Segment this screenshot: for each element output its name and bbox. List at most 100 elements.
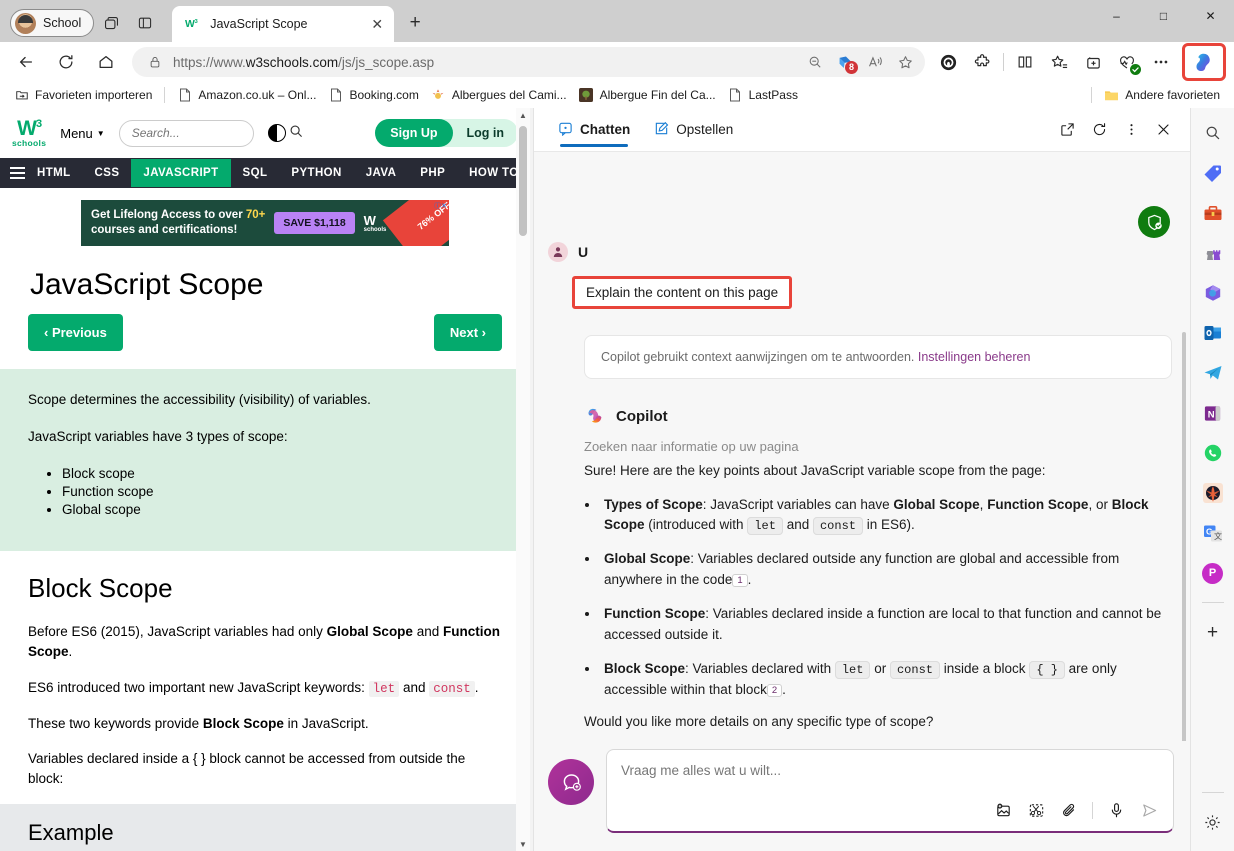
- log-in-button[interactable]: Log in: [453, 119, 519, 147]
- nav-java[interactable]: JAVA: [354, 159, 409, 187]
- window-controls: – □ ✕: [1093, 0, 1234, 42]
- scroll-down-arrow[interactable]: ▼: [516, 837, 530, 851]
- shopping-tag-icon[interactable]: [1198, 158, 1228, 188]
- privacy-shield-badge-icon[interactable]: [1138, 206, 1170, 238]
- dark-mode-toggle-icon[interactable]: [267, 124, 286, 142]
- nav-python[interactable]: PYTHON: [279, 159, 353, 187]
- maximize-button[interactable]: □: [1140, 0, 1187, 32]
- bookmark-other-favorites[interactable]: Andere favorieten: [1098, 86, 1226, 105]
- back-icon[interactable]: [9, 46, 43, 78]
- profile-avatar: [15, 12, 36, 34]
- split-pane-icon[interactable]: [128, 8, 162, 38]
- page-scrollbar[interactable]: ▲ ▼: [516, 108, 530, 851]
- profile-avatar-icon[interactable]: [933, 47, 963, 77]
- google-translate-icon[interactable]: G文: [1198, 518, 1228, 548]
- browser-tab[interactable]: W 3 JavaScript Scope ✕: [172, 6, 395, 42]
- nav-sql[interactable]: SQL: [231, 159, 280, 187]
- new-tab-button[interactable]: +: [400, 8, 430, 38]
- previous-button[interactable]: ‹ Previous: [28, 314, 123, 351]
- games-chess-icon[interactable]: [1198, 238, 1228, 268]
- profile-button[interactable]: School: [10, 9, 95, 37]
- telegram-icon[interactable]: [1198, 358, 1228, 388]
- attach-file-icon[interactable]: [1057, 798, 1081, 822]
- w3-search-box[interactable]: [118, 119, 302, 147]
- add-collection-icon[interactable]: [1078, 47, 1108, 77]
- copilot-header: Chatten Opstellen: [534, 108, 1190, 152]
- bookmark-import-favorites[interactable]: Favorieten importeren: [8, 86, 158, 105]
- section-paragraph-4: Variables declared inside a { } block ca…: [28, 751, 466, 786]
- tab-search-icon[interactable]: [94, 8, 128, 38]
- extensions-puzzle-icon[interactable]: [967, 47, 997, 77]
- bookmark-albergue-fin[interactable]: Albergue Fin del Ca...: [573, 86, 722, 105]
- compose-icon: [654, 121, 669, 139]
- screenshot-capture-icon[interactable]: [1024, 798, 1048, 822]
- manage-settings-link[interactable]: Instellingen beheren: [918, 350, 1031, 364]
- microphone-icon[interactable]: [1104, 798, 1128, 822]
- close-icon[interactable]: [1148, 115, 1178, 145]
- hamburger-menu-icon[interactable]: [10, 167, 25, 179]
- scroll-up-arrow[interactable]: ▲: [516, 108, 530, 122]
- search-status-text: Zoeken naar informatie op uw pagina: [584, 439, 799, 454]
- citation-2[interactable]: 2: [766, 684, 783, 698]
- nav-css[interactable]: CSS: [83, 159, 132, 187]
- refresh-icon[interactable]: [1084, 115, 1114, 145]
- home-icon[interactable]: [89, 46, 123, 78]
- nav-javascript[interactable]: JAVASCRIPT: [131, 159, 231, 187]
- user-header: U: [548, 242, 1190, 262]
- search-icon[interactable]: [1198, 118, 1228, 148]
- search-icon[interactable]: [289, 124, 303, 143]
- nav-php[interactable]: PHP: [408, 159, 457, 187]
- bookmark-amazon[interactable]: Amazon.co.uk – Onl...: [171, 86, 322, 105]
- collections-icon[interactable]: 8: [831, 49, 859, 75]
- more-settings-icon[interactable]: [1146, 47, 1176, 77]
- new-chat-button[interactable]: [548, 759, 594, 805]
- tab-title: JavaScript Scope: [210, 17, 308, 31]
- bookmark-booking[interactable]: Booking.com: [322, 86, 424, 105]
- copilot-scrollbar-thumb[interactable]: [1182, 332, 1186, 741]
- next-button[interactable]: Next ›: [433, 314, 502, 351]
- outlook-icon[interactable]: [1198, 318, 1228, 348]
- bookmark-albergues[interactable]: Albergues del Cami...: [425, 86, 573, 105]
- browser-essentials-icon[interactable]: [1198, 478, 1228, 508]
- favorites-list-icon[interactable]: [1044, 47, 1074, 77]
- send-icon[interactable]: [1137, 798, 1161, 822]
- citation-1[interactable]: 1: [732, 574, 748, 588]
- svg-text:文: 文: [1214, 531, 1222, 541]
- nav-html[interactable]: HTML: [25, 159, 83, 187]
- gear-icon[interactable]: [1198, 807, 1228, 837]
- chat-input-box[interactable]: Vraag me alles wat u wilt...: [606, 749, 1174, 833]
- w3-menu-button[interactable]: Menu ▼: [60, 126, 104, 141]
- p-app-icon[interactable]: P: [1198, 558, 1228, 588]
- microsoft-365-icon[interactable]: [1198, 278, 1228, 308]
- onenote-icon[interactable]: N: [1198, 398, 1228, 428]
- sun-icon: [431, 88, 446, 103]
- tools-toolbox-icon[interactable]: [1198, 198, 1228, 228]
- zoom-out-icon[interactable]: [801, 49, 829, 75]
- address-bar[interactable]: https://www.w3schools.com/js/js_scope.as…: [132, 47, 925, 77]
- w3-search-input[interactable]: [131, 126, 289, 140]
- whatsapp-icon[interactable]: [1198, 438, 1228, 468]
- tab-chatten[interactable]: Chatten: [546, 108, 642, 152]
- more-options-icon[interactable]: [1116, 115, 1146, 145]
- read-aloud-icon[interactable]: [861, 49, 889, 75]
- add-image-icon[interactable]: [991, 798, 1015, 822]
- p1-c: and: [412, 624, 443, 640]
- browser-essentials-icon[interactable]: [1112, 47, 1142, 77]
- open-in-new-window-icon[interactable]: [1052, 115, 1082, 145]
- close-window-button[interactable]: ✕: [1187, 0, 1234, 32]
- close-tab-icon[interactable]: ✕: [366, 13, 388, 35]
- chevron-down-icon: ▼: [96, 128, 105, 138]
- scrollbar-thumb[interactable]: [519, 126, 527, 236]
- section-heading: Block Scope: [28, 573, 173, 604]
- favorite-star-icon[interactable]: [891, 49, 919, 75]
- copilot-toolbar-button[interactable]: [1182, 43, 1226, 81]
- add-sidebar-app-button[interactable]: +: [1198, 617, 1228, 647]
- tab-opstellen[interactable]: Opstellen: [642, 108, 745, 152]
- sign-up-button[interactable]: Sign Up: [375, 119, 453, 147]
- reload-icon[interactable]: [49, 46, 83, 78]
- split-screen-icon[interactable]: [1010, 47, 1040, 77]
- w3schools-logo[interactable]: W3 schools: [12, 118, 46, 148]
- bookmark-lastpass[interactable]: LastPass: [722, 86, 804, 105]
- advertisement-banner[interactable]: Get Lifelong Access to over 70+ courses …: [81, 200, 449, 246]
- minimize-button[interactable]: –: [1093, 0, 1140, 32]
